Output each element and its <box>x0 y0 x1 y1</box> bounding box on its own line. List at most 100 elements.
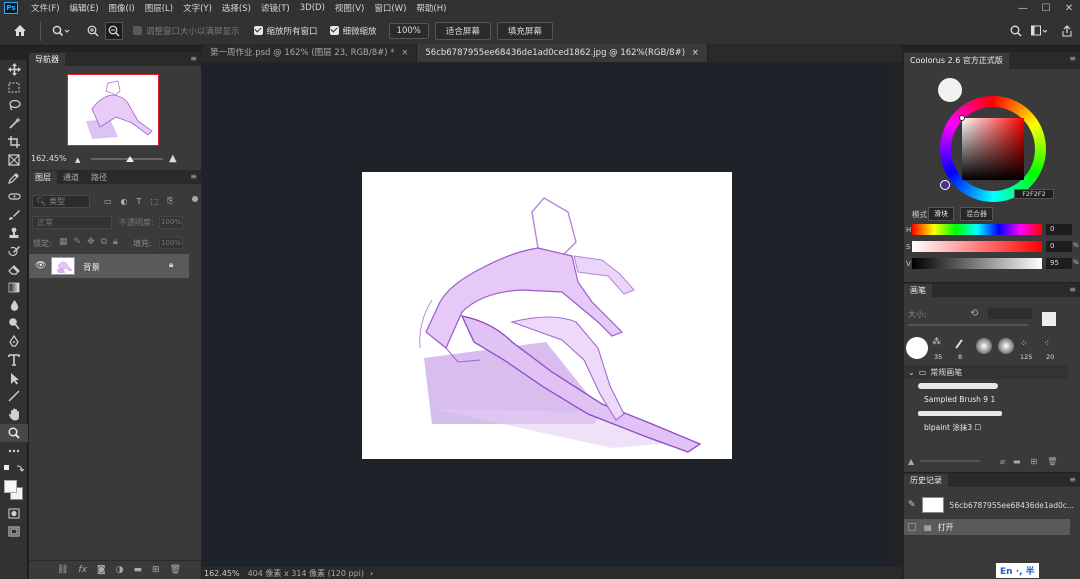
brush-size-mini-icon[interactable]: ▲ <box>908 457 914 466</box>
zoom-large-mountain-icon[interactable]: ▲ <box>169 153 177 164</box>
resize-windows-checkbox[interactable] <box>133 26 142 35</box>
tab-channels[interactable]: 通道 <box>57 171 85 184</box>
menu-type[interactable]: 文字(Y) <box>178 2 217 14</box>
lasso-tool-icon[interactable] <box>0 96 28 114</box>
brush-item-1[interactable]: Sampled Brush 9 1 <box>924 395 995 404</box>
menu-edit[interactable]: 编辑(E) <box>65 2 104 14</box>
fill-field[interactable]: 100% <box>159 237 183 249</box>
new-brush-icon[interactable]: ⊞ <box>1031 457 1038 466</box>
brush-preset-soft-2[interactable] <box>998 338 1014 354</box>
history-item-open[interactable]: ▤ 打开 <box>904 519 1070 535</box>
brush-size-field[interactable] <box>988 308 1032 319</box>
brush-settings-icon[interactable] <box>1042 312 1056 326</box>
brush-preset-round[interactable] <box>906 337 928 359</box>
resize-windows-option[interactable]: 调整窗口大小以满屏显示 <box>133 25 240 37</box>
tab-navigator[interactable]: 导航器 <box>29 53 65 66</box>
marquee-tool-icon[interactable] <box>0 78 28 96</box>
eraser-tool-icon[interactable] <box>0 260 28 278</box>
search-icon[interactable] <box>1008 22 1024 40</box>
crop-tool-icon[interactable] <box>0 133 28 151</box>
menu-help[interactable]: 帮助(H) <box>411 2 451 14</box>
menu-select[interactable]: 选择(S) <box>217 2 256 14</box>
zoom-all-option[interactable]: 缩放所有窗口 <box>253 25 318 37</box>
maximize-button[interactable]: ☐ <box>1035 0 1057 16</box>
swap-colors-icon[interactable] <box>0 460 28 478</box>
brush-preset-chalk[interactable]: ⁖ <box>1044 339 1060 351</box>
menu-3d[interactable]: 3D(D) <box>295 3 330 13</box>
zoom-percent-field[interactable]: 100% <box>388 22 429 39</box>
v-value-field[interactable]: 95 <box>1046 258 1072 269</box>
lock-transparent-icon[interactable]: ▦ <box>59 237 68 247</box>
panel-menu-icon[interactable]: ≡ <box>1069 475 1076 484</box>
chevron-down-icon[interactable]: ⌄ <box>908 368 915 377</box>
filter-adjustment-icon[interactable]: ◐ <box>121 197 128 206</box>
layer-filter-select[interactable]: 🔍︎ 类型 <box>32 195 90 208</box>
history-state-checkbox[interactable] <box>908 523 916 531</box>
zoom-tool-icon[interactable] <box>0 423 28 442</box>
layer-style-icon[interactable]: fx <box>78 565 87 575</box>
filter-shape-icon[interactable]: ⬚ <box>150 197 158 206</box>
new-adjustment-icon[interactable]: ◑ <box>116 565 124 575</box>
brush-size-slider[interactable] <box>908 324 1028 326</box>
healing-brush-tool-icon[interactable] <box>0 187 28 205</box>
menu-view[interactable]: 视图(V) <box>330 2 369 14</box>
opacity-field[interactable]: 100% <box>159 216 183 229</box>
mode-mixer-button[interactable]: 混合器 <box>960 207 993 221</box>
blur-tool-icon[interactable] <box>0 296 28 314</box>
brush-preset-soft-1[interactable] <box>976 338 992 354</box>
close-tab-icon[interactable]: × <box>401 48 408 58</box>
line-tool-icon[interactable] <box>0 387 28 405</box>
h-value-field[interactable]: 0 <box>1046 224 1072 235</box>
panel-menu-icon[interactable]: ≡ <box>1069 285 1076 294</box>
tab-document-2[interactable]: 56cb6787955ee68436de1ad0ced1862.jpg @ 16… <box>417 44 708 62</box>
delete-brush-icon[interactable]: 🗑︎ <box>1047 457 1057 466</box>
menu-layer[interactable]: 图层(L) <box>140 2 178 14</box>
quick-mask-icon[interactable] <box>0 504 28 522</box>
zoom-tool-preset-icon[interactable] <box>47 22 75 40</box>
value-slider[interactable] <box>912 258 1042 269</box>
brush-preset-texture[interactable]: ⁘ <box>1020 339 1036 351</box>
lock-image-icon[interactable]: ✎ <box>74 237 82 247</box>
saturation-slider[interactable] <box>912 241 1042 252</box>
canvas-area[interactable] <box>202 62 892 567</box>
panel-menu-icon[interactable]: ≡ <box>190 54 197 63</box>
current-color-swatch[interactable] <box>938 78 962 102</box>
status-zoom[interactable]: 162.45% <box>202 569 248 578</box>
history-brush-tool-icon[interactable] <box>0 242 28 260</box>
new-group-icon[interactable]: ▬ <box>134 565 143 575</box>
filter-pixel-icon[interactable]: ▭ <box>104 197 112 206</box>
brush-group-row[interactable]: ⌄ ▭ 常规画笔 <box>904 365 1068 379</box>
tab-document-1[interactable]: 第一周作业.psd @ 162% (图层 23, RGB/8#) * × <box>202 44 418 62</box>
new-brush-group-icon[interactable]: ▬ <box>1013 457 1021 466</box>
hex-field[interactable]: F2F2F2 <box>1014 189 1054 199</box>
close-button[interactable]: ✕ <box>1058 0 1080 16</box>
frame-tool-icon[interactable] <box>0 151 28 169</box>
brush-preset-thin[interactable] <box>955 339 963 349</box>
pen-tool-icon[interactable] <box>0 333 28 351</box>
navigator-preview[interactable] <box>67 74 159 146</box>
fill-screen-button[interactable]: 填充屏幕 <box>496 21 553 40</box>
tab-layers[interactable]: 图层 <box>29 171 57 184</box>
layer-lock-icon[interactable]: 🔒︎ <box>169 260 173 270</box>
workspace-icon[interactable] <box>1030 22 1048 40</box>
brush-tool-icon[interactable] <box>0 206 28 224</box>
share-icon[interactable] <box>1060 22 1074 40</box>
reset-brush-icon[interactable]: ⟲ <box>970 308 978 319</box>
hue-wheel[interactable] <box>940 96 1046 202</box>
clone-stamp-tool-icon[interactable] <box>0 224 28 242</box>
toggle-brush-settings-icon[interactable]: ⌀ <box>1000 457 1005 466</box>
history-snapshot-row[interactable]: ✎ 56cb6787955ee68436de1ad0c... <box>904 495 1080 515</box>
hand-tool-icon[interactable] <box>0 406 28 424</box>
filter-toggle-icon[interactable] <box>192 196 198 202</box>
gradient-tool-icon[interactable] <box>0 278 28 296</box>
dodge-tool-icon[interactable] <box>0 315 28 333</box>
eyedropper-tool-icon[interactable] <box>0 169 28 187</box>
filter-type-icon[interactable]: T <box>137 197 142 206</box>
menu-window[interactable]: 窗口(W) <box>369 2 411 14</box>
lock-position-icon[interactable]: ✥ <box>87 237 95 247</box>
status-arrow-icon[interactable]: › <box>370 569 373 578</box>
scrubby-zoom-checkbox[interactable] <box>329 26 339 35</box>
tab-history[interactable]: 历史记录 <box>904 474 948 487</box>
screen-mode-icon[interactable] <box>0 523 28 541</box>
blend-mode-select[interactable]: 正常 <box>32 216 112 229</box>
